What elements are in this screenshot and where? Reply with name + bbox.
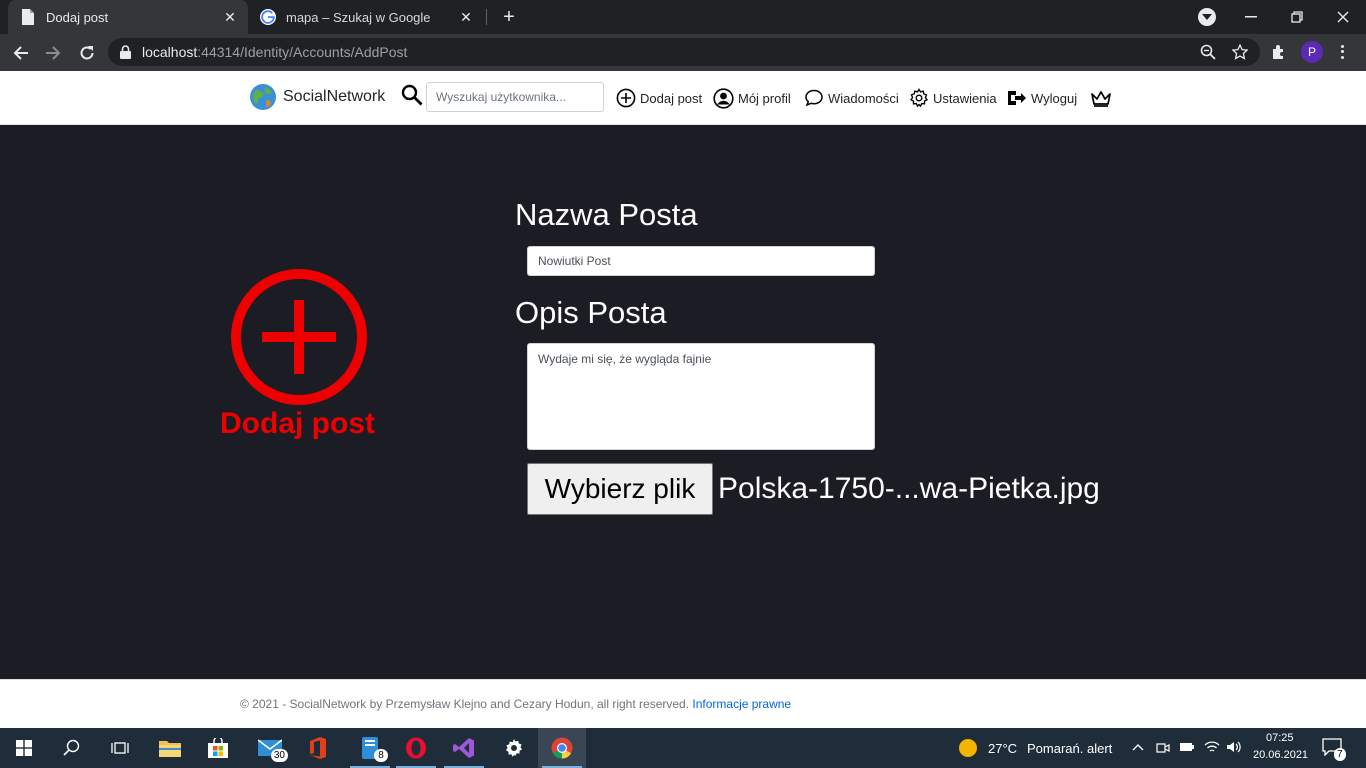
- star-icon[interactable]: [1231, 43, 1249, 61]
- plus-circle-icon: [616, 88, 636, 108]
- post-description-label: Opis Posta: [515, 295, 667, 330]
- search-icon[interactable]: [401, 84, 423, 106]
- tab-dodaj-post[interactable]: Dodaj post ✕: [8, 0, 248, 34]
- nav-settings-label: Ustawienia: [933, 90, 997, 106]
- settings-app-icon[interactable]: [490, 728, 538, 768]
- globe-icon: [250, 84, 276, 110]
- tab-close-icon[interactable]: ✕: [456, 7, 476, 27]
- meet-now-icon[interactable]: [1156, 740, 1170, 756]
- files-badge: 8: [374, 749, 388, 762]
- chevron-up-icon[interactable]: [1132, 743, 1144, 751]
- nav-logout[interactable]: Wyloguj: [1006, 87, 1077, 109]
- start-icon[interactable]: [0, 728, 48, 768]
- nav-profile[interactable]: Mój profil: [713, 87, 791, 109]
- nav-premium[interactable]: [1090, 88, 1116, 110]
- files-app-icon[interactable]: 8: [346, 728, 394, 768]
- visual-studio-icon[interactable]: [440, 728, 488, 768]
- address-bar[interactable]: localhost:44314/Identity/Accounts/AddPos…: [108, 38, 1260, 66]
- avatar[interactable]: P: [1301, 41, 1323, 63]
- new-tab-button[interactable]: +: [498, 6, 520, 28]
- nav-add-post-label: Dodaj post: [640, 90, 703, 106]
- browser-toolbar: localhost:44314/Identity/Accounts/AddPos…: [0, 34, 1366, 71]
- site-navbar: SocialNetwork Dodaj post Mój profil Wiad…: [0, 71, 1366, 125]
- choose-file-button[interactable]: Wybierz plik: [527, 463, 713, 515]
- site-footer: © 2021 - SocialNetwork by Przemysław Kle…: [0, 679, 1366, 728]
- extensions-icon[interactable]: [1270, 43, 1288, 61]
- nav-messages-label: Wiadomości: [828, 90, 899, 106]
- notifications-badge: 7: [1334, 748, 1346, 761]
- tab-google[interactable]: mapa – Szukaj w Google ✕: [248, 0, 484, 34]
- tab-search-icon[interactable]: [1198, 8, 1216, 26]
- nav-add-post[interactable]: Dodaj post: [616, 87, 702, 109]
- volume-icon[interactable]: [1226, 740, 1242, 754]
- task-view-icon[interactable]: [96, 728, 144, 768]
- user-circle-icon: [713, 87, 734, 109]
- google-icon: [260, 9, 276, 25]
- file-explorer-icon[interactable]: [146, 728, 194, 768]
- tab-close-icon[interactable]: ✕: [220, 7, 240, 27]
- weather-temp[interactable]: 27°C: [988, 741, 1017, 756]
- lock-icon[interactable]: [120, 45, 131, 64]
- mail-badge: 30: [270, 749, 288, 762]
- post-description-input[interactable]: Wydaje mi się, że wygląda fajnie: [527, 343, 875, 450]
- logout-icon: [1008, 91, 1026, 105]
- clock-time[interactable]: 07:25: [1266, 732, 1294, 744]
- post-title-label: Nazwa Posta: [515, 197, 698, 232]
- forward-icon[interactable]: [40, 40, 66, 66]
- weather-alert[interactable]: Pomarań. alert: [1027, 741, 1112, 756]
- sun-icon[interactable]: [958, 738, 978, 758]
- nav-messages[interactable]: Wiadomości: [804, 87, 899, 109]
- menu-icon[interactable]: [1336, 41, 1348, 63]
- taskbar-search-icon[interactable]: [48, 728, 96, 768]
- user-search-input[interactable]: [426, 82, 604, 112]
- brand-name: SocialNetwork: [283, 88, 386, 105]
- gear-icon: [909, 88, 929, 108]
- zoom-icon[interactable]: [1199, 43, 1217, 61]
- chrome-icon[interactable]: [538, 728, 586, 768]
- post-title-input[interactable]: [527, 246, 875, 276]
- selected-file-name: Polska-1750-...wa-Pietka.jpg: [718, 472, 1100, 505]
- tab-separator: [486, 9, 487, 25]
- nav-settings[interactable]: Ustawienia: [909, 87, 997, 109]
- window-close-icon[interactable]: [1320, 0, 1366, 34]
- tab-title: mapa – Szukaj w Google: [286, 9, 431, 25]
- add-post-plus-icon: [231, 269, 367, 405]
- mail-icon[interactable]: 30: [246, 728, 294, 768]
- clock-date[interactable]: 20.06.2021: [1253, 749, 1308, 761]
- battery-icon[interactable]: [1179, 741, 1195, 753]
- browser-tabstrip: Dodaj post ✕ mapa – Szukaj w Google ✕ +: [0, 0, 1366, 34]
- legal-info-link[interactable]: Informacje prawne: [692, 697, 791, 711]
- url-text: localhost:44314/Identity/Accounts/AddPos…: [142, 44, 408, 60]
- nav-logout-label: Wyloguj: [1031, 90, 1078, 106]
- wifi-icon[interactable]: [1204, 740, 1220, 754]
- windows-taskbar: 30 8 27°C Pomarań. alert 07:25 20.06.202…: [0, 728, 1366, 768]
- store-icon[interactable]: [194, 728, 242, 768]
- opera-icon[interactable]: [392, 728, 440, 768]
- page-icon: [20, 9, 36, 25]
- minimize-icon[interactable]: [1228, 0, 1274, 34]
- reload-icon[interactable]: [74, 40, 100, 66]
- nav-profile-label: Mój profil: [738, 90, 791, 106]
- crown-icon: [1091, 91, 1111, 107]
- add-post-page: Dodaj post Nazwa Posta Opis Posta Wydaje…: [0, 125, 1366, 679]
- brand-link[interactable]: SocialNetwork: [249, 83, 385, 111]
- chat-icon: [805, 89, 823, 107]
- restore-icon[interactable]: [1274, 0, 1320, 34]
- hero-label: Dodaj post: [220, 407, 375, 440]
- tab-title: Dodaj post: [46, 9, 109, 25]
- footer-copyright: © 2021 - SocialNetwork by Przemysław Kle…: [240, 697, 792, 711]
- office-icon[interactable]: [294, 728, 342, 768]
- back-icon[interactable]: [8, 40, 34, 66]
